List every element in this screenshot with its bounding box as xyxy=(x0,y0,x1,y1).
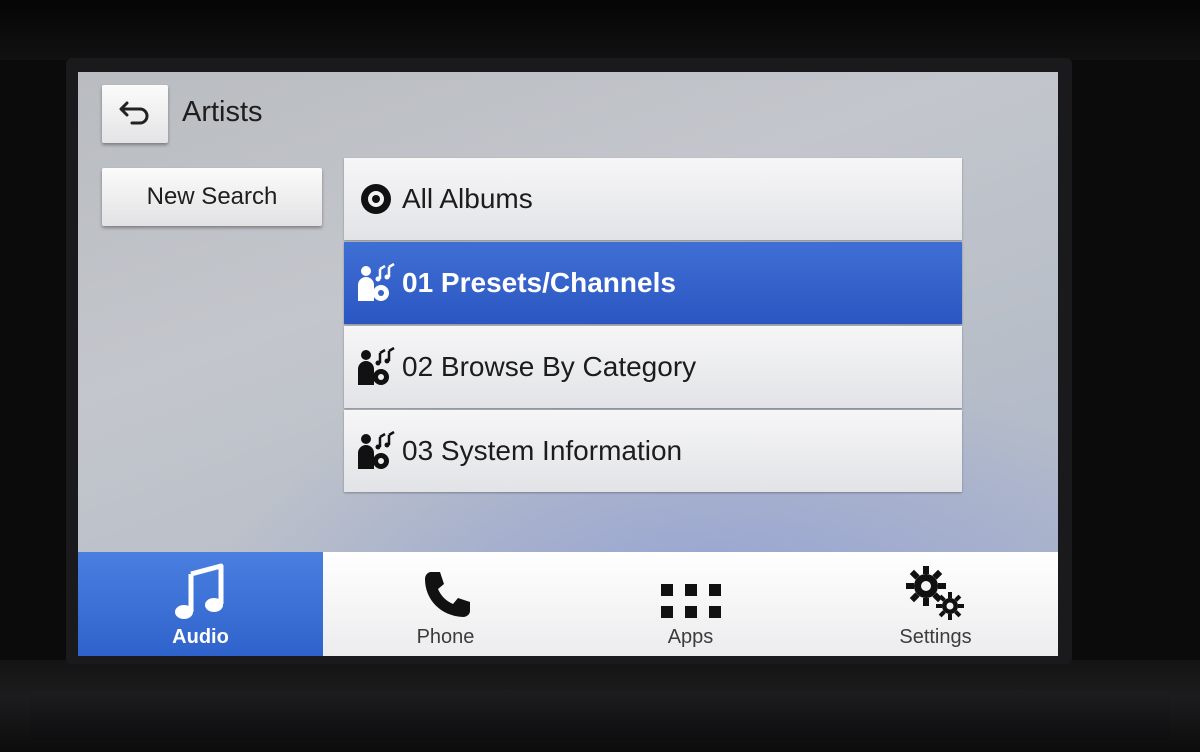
tab-settings[interactable]: Settings xyxy=(813,552,1058,656)
artist-music-icon xyxy=(356,431,396,471)
artist-music-icon xyxy=(356,263,396,303)
list-item-label: All Albums xyxy=(402,183,533,214)
bottom-tab-bar: Audio Phone Apps Settings xyxy=(78,552,1058,656)
apps-grid-icon xyxy=(651,558,731,622)
tab-label: Settings xyxy=(899,626,972,648)
back-button[interactable] xyxy=(102,85,168,143)
infotainment-screen: Artists New Search All Albums 01 Presets… xyxy=(78,72,1058,656)
tab-label: Audio xyxy=(172,626,229,648)
tab-label: Apps xyxy=(667,626,714,648)
browse-list: All Albums 01 Presets/Channels 02 Browse… xyxy=(344,158,962,494)
tab-phone[interactable]: Phone xyxy=(323,552,568,656)
bezel-top xyxy=(0,0,1200,60)
list-item-presets-channels[interactable]: 01 Presets/Channels xyxy=(344,242,962,324)
tab-label: Phone xyxy=(416,626,475,648)
music-note-icon xyxy=(161,558,241,622)
phone-icon xyxy=(406,558,486,622)
list-item-label: 02 Browse By Category xyxy=(402,351,697,382)
artist-music-icon xyxy=(356,347,396,387)
new-search-button[interactable]: New Search xyxy=(102,168,322,226)
list-item-system-information[interactable]: 03 System Information xyxy=(344,410,962,492)
disc-icon xyxy=(356,179,396,219)
list-item-label: 01 Presets/Channels xyxy=(402,267,676,298)
tab-apps[interactable]: Apps xyxy=(568,552,813,656)
bezel-lip xyxy=(30,690,1170,740)
gears-icon xyxy=(896,558,976,622)
new-search-label: New Search xyxy=(146,183,278,210)
list-item-all-albums[interactable]: All Albums xyxy=(344,158,962,240)
list-item-label: 03 System Information xyxy=(402,435,683,466)
tab-audio[interactable]: Audio xyxy=(78,552,323,656)
page-title: Artists xyxy=(182,96,263,128)
back-arrow-icon xyxy=(118,99,152,130)
list-item-browse-by-category[interactable]: 02 Browse By Category xyxy=(344,326,962,408)
